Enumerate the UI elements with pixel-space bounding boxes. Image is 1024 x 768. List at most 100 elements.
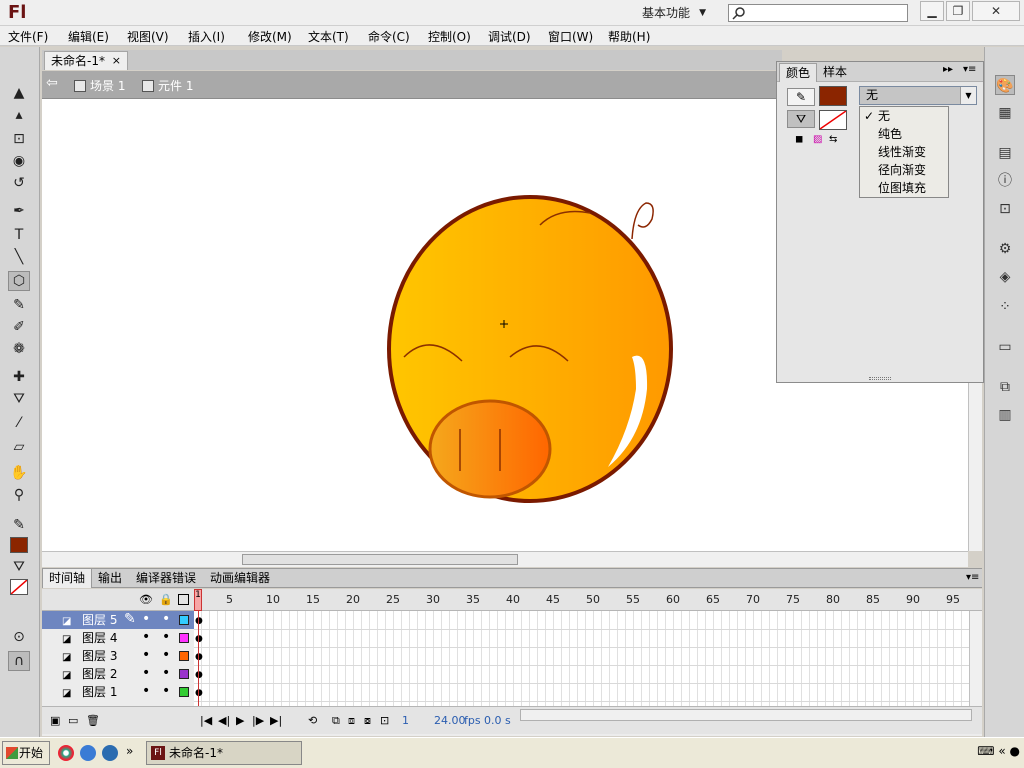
- timeline-vertical-scrollbar[interactable]: [969, 611, 982, 706]
- outline-color-box[interactable]: [179, 687, 189, 697]
- chrome-icon[interactable]: [58, 745, 74, 761]
- playhead[interactable]: 1: [194, 589, 202, 611]
- history-icon[interactable]: ▥: [995, 405, 1015, 425]
- menu-control[interactable]: 控制(O): [428, 28, 471, 45]
- tab-swatches[interactable]: 样本: [817, 63, 853, 82]
- document-tab[interactable]: 未命名-1* ×: [44, 51, 128, 70]
- black-white-icon[interactable]: ◼: [795, 134, 803, 145]
- outline-color-box[interactable]: [179, 633, 189, 643]
- new-folder-icon[interactable]: ▭: [68, 714, 78, 727]
- text-tool-icon[interactable]: T: [8, 225, 30, 245]
- panel-menu-icon[interactable]: ▾≡: [963, 64, 976, 75]
- menu-text[interactable]: 文本(T): [308, 28, 349, 45]
- visibility-dot[interactable]: •: [142, 683, 150, 699]
- pencil-tool-icon[interactable]: ✎: [8, 295, 30, 315]
- breadcrumb-scene[interactable]: 场景 1: [74, 77, 125, 94]
- play-icon[interactable]: ▶: [236, 714, 244, 727]
- workspace-switcher[interactable]: 基本功能 ▼: [636, 3, 712, 23]
- snap-to-objects-icon[interactable]: ⊙: [8, 627, 30, 647]
- hand-tool-icon[interactable]: ✋: [8, 463, 30, 483]
- start-button[interactable]: 开始: [2, 741, 50, 765]
- eyedropper-tool-icon[interactable]: ⁄: [8, 413, 30, 433]
- transform-icon[interactable]: ⊡: [995, 199, 1015, 219]
- no-color-button-icon[interactable]: ▨: [813, 134, 822, 145]
- free-transform-tool-icon[interactable]: ⊡: [8, 129, 30, 149]
- stroke-color-button[interactable]: ✎: [787, 88, 815, 106]
- go-to-last-frame-icon[interactable]: ▶|: [270, 714, 282, 727]
- onion-skin-icon[interactable]: ⧉: [332, 714, 340, 728]
- quick-launch-more[interactable]: »: [126, 744, 133, 758]
- visibility-dot[interactable]: •: [142, 611, 150, 627]
- lock-dot[interactable]: •: [162, 611, 170, 627]
- lasso-tool-icon[interactable]: ↺: [8, 173, 30, 193]
- line-tool-icon[interactable]: ╲: [8, 247, 30, 267]
- info-icon[interactable]: ⓘ: [995, 171, 1015, 191]
- pen-tool-icon[interactable]: ✒: [8, 201, 30, 221]
- close-button[interactable]: ✕: [972, 1, 1020, 21]
- option-solid[interactable]: 纯色: [860, 125, 948, 143]
- menu-debug[interactable]: 调试(D): [488, 28, 531, 45]
- step-back-icon[interactable]: ◀|: [218, 714, 230, 727]
- outline-icon[interactable]: [178, 594, 189, 605]
- tab-output[interactable]: 输出: [92, 569, 128, 588]
- outline-color-box[interactable]: [179, 669, 189, 679]
- lock-dot[interactable]: •: [162, 665, 170, 681]
- lock-dot[interactable]: •: [162, 629, 170, 645]
- outline-color-box[interactable]: [179, 615, 189, 625]
- tab-timeline[interactable]: 时间轴: [42, 569, 93, 588]
- fill-color-button[interactable]: ⛛: [787, 110, 815, 128]
- color-type-select[interactable]: 无 ▼: [859, 86, 977, 105]
- selection-tool-icon[interactable]: ▲: [8, 83, 30, 103]
- rectangle-tool-icon[interactable]: ⬡: [8, 271, 30, 291]
- layer-row[interactable]: ◪ 图层 4 • •: [42, 629, 194, 647]
- breadcrumb-symbol[interactable]: 元件 1: [142, 77, 193, 94]
- taskbar-flash-window[interactable]: Fl 未命名-1*: [146, 741, 302, 765]
- actions-icon[interactable]: ⚙: [995, 239, 1015, 259]
- visibility-dot[interactable]: •: [142, 629, 150, 645]
- tab-motion-editor[interactable]: 动画编辑器: [204, 569, 276, 588]
- eraser-tool-icon[interactable]: ▱: [8, 437, 30, 457]
- visibility-dot[interactable]: •: [142, 647, 150, 663]
- lock-dot[interactable]: •: [162, 647, 170, 663]
- option-radial-gradient[interactable]: 径向渐变: [860, 161, 948, 179]
- eye-icon[interactable]: 👁: [139, 593, 153, 606]
- stroke-color-chip[interactable]: [819, 86, 847, 106]
- option-linear-gradient[interactable]: 线性渐变: [860, 143, 948, 161]
- layer-row[interactable]: ◪ 图层 3 • •: [42, 647, 194, 665]
- magnet-icon[interactable]: ∩: [8, 651, 30, 671]
- tab-color[interactable]: 颜色: [779, 63, 818, 82]
- menu-commands[interactable]: 命令(C): [368, 28, 410, 45]
- collapse-icon[interactable]: ▸▸: [943, 64, 953, 75]
- current-frame[interactable]: 1: [402, 714, 409, 727]
- layer-row[interactable]: ◪ 图层 1 • •: [42, 683, 194, 701]
- components-icon[interactable]: ◈: [995, 267, 1015, 287]
- stage-horizontal-scrollbar[interactable]: [42, 551, 968, 567]
- swatches-icon[interactable]: ▦: [995, 103, 1015, 123]
- menu-edit[interactable]: 编辑(E): [68, 28, 109, 45]
- step-forward-icon[interactable]: |▶: [252, 714, 264, 727]
- lock-dot[interactable]: •: [162, 683, 170, 699]
- paint-bucket-tool-icon[interactable]: ⛛: [8, 389, 30, 409]
- onion-markers-icon[interactable]: ⊡: [380, 714, 389, 727]
- color-panel-icon[interactable]: 🎨: [995, 75, 1015, 95]
- layer-row[interactable]: ◪ 图层 5 ✎ • •: [42, 611, 194, 629]
- bone-tool-icon[interactable]: ✚: [8, 367, 30, 387]
- menu-view[interactable]: 视图(V): [127, 28, 169, 45]
- zoom-tool-icon[interactable]: ⚲: [8, 485, 30, 505]
- close-icon[interactable]: ×: [112, 52, 121, 70]
- align-icon[interactable]: ▤: [995, 143, 1015, 163]
- project-icon[interactable]: ▭: [995, 337, 1015, 357]
- deco-tool-icon[interactable]: ❁: [8, 339, 30, 359]
- stroke-color-swatch[interactable]: [10, 537, 28, 553]
- loop-icon[interactable]: ⟲: [308, 714, 317, 727]
- lock-icon[interactable]: 🔒: [159, 593, 173, 606]
- frame-rate-value[interactable]: 24.00: [434, 714, 466, 727]
- option-bitmap-fill[interactable]: 位图填充: [860, 179, 948, 197]
- menu-insert[interactable]: 插入(I): [188, 28, 225, 45]
- minimize-button[interactable]: ▁: [920, 1, 944, 21]
- back-arrow-icon[interactable]: ⇦: [46, 75, 64, 93]
- help-search-input[interactable]: [728, 4, 908, 22]
- library-icon[interactable]: ⧉: [995, 377, 1015, 397]
- new-layer-icon[interactable]: ▣: [50, 714, 60, 727]
- menu-file[interactable]: 文件(F): [8, 28, 48, 45]
